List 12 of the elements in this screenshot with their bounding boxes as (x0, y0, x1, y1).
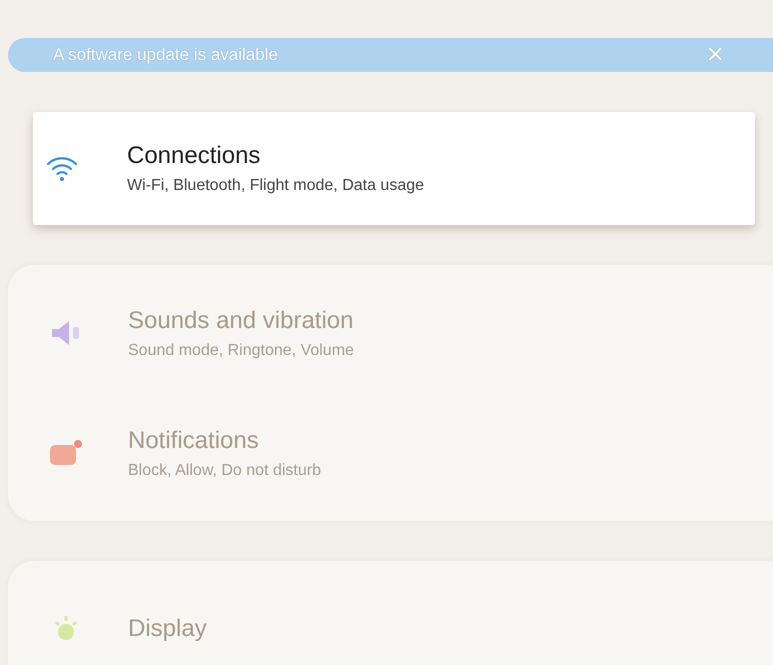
banner-text: A software update is available (53, 45, 278, 65)
update-banner[interactable]: A software update is available × (8, 38, 773, 72)
wifi-icon (45, 154, 79, 182)
notification-icon (48, 438, 84, 468)
settings-item-title[interactable]: Connections (127, 142, 424, 170)
settings-item-title[interactable]: Display (128, 615, 207, 643)
settings-item-subtitle: Block, Allow, Do not disturb (128, 462, 321, 480)
close-button[interactable]: × (702, 38, 728, 72)
settings-item-subtitle: Sound mode, Ringtone, Volume (128, 342, 354, 360)
settings-item-title[interactable]: Notifications (128, 426, 321, 454)
settings-item-title[interactable]: Sounds and vibration (128, 306, 354, 334)
settings-item-subtitle: Wi-Fi, Bluetooth, Flight mode, Data usage (127, 177, 424, 195)
